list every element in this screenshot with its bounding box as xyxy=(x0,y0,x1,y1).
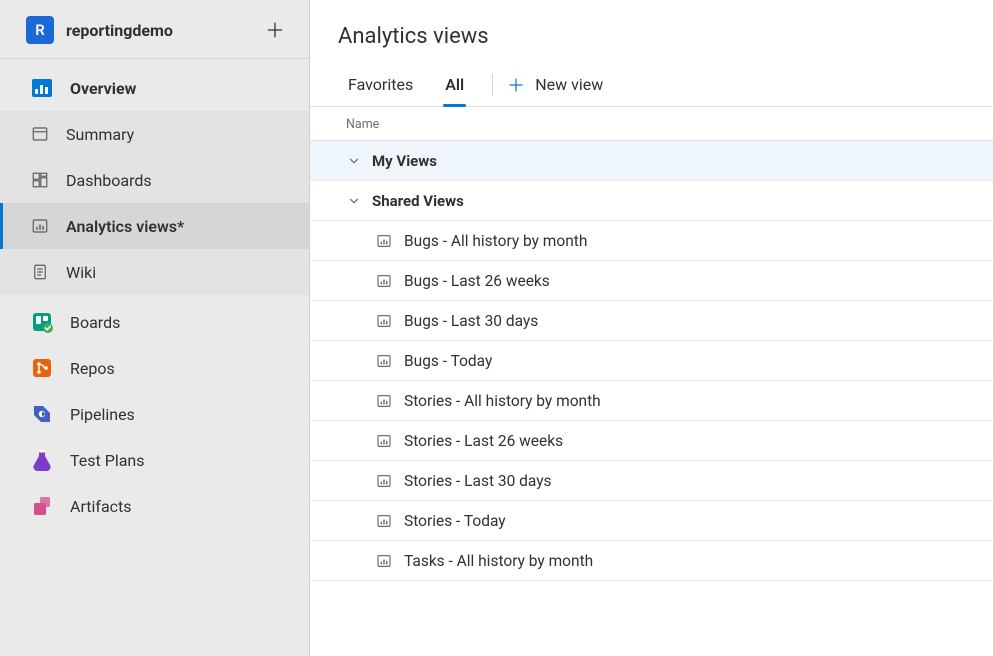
tabs-row: Favorites All New view xyxy=(310,63,993,107)
tab-all[interactable]: All xyxy=(435,63,474,107)
group-my-views[interactable]: My Views xyxy=(310,141,993,181)
nav-section-pipelines[interactable]: Pipelines xyxy=(0,391,309,437)
nav-item-summary[interactable]: Summary xyxy=(0,111,309,157)
chevron-down-icon xyxy=(346,153,362,169)
nav-section-artifacts[interactable]: Artifacts xyxy=(0,483,309,529)
view-name: Bugs - Last 30 days xyxy=(404,312,538,330)
group-label: Shared Views xyxy=(372,192,464,210)
main-panel: Analytics views Favorites All New view N… xyxy=(310,0,993,656)
analytics-view-icon xyxy=(376,313,392,329)
project-avatar[interactable]: R xyxy=(26,16,54,44)
analytics-view-icon xyxy=(376,473,392,489)
repos-icon xyxy=(30,356,54,380)
sidebar: R reportingdemo Overview S xyxy=(0,0,310,656)
wiki-icon xyxy=(30,262,50,282)
view-name: Stories - Last 30 days xyxy=(404,472,552,490)
boards-icon xyxy=(30,310,54,334)
analytics-views-icon xyxy=(30,216,50,236)
view-name: Bugs - Today xyxy=(404,352,492,370)
analytics-view-icon xyxy=(376,553,392,569)
nav-label: Summary xyxy=(66,125,134,144)
analytics-view-icon xyxy=(376,273,392,289)
view-row[interactable]: Stories - Last 26 weeks xyxy=(310,421,993,461)
group-label: My Views xyxy=(372,152,437,170)
plus-icon xyxy=(263,18,287,42)
view-name: Stories - Last 26 weeks xyxy=(404,432,563,450)
nav: Overview Summary Dashboards xyxy=(0,59,309,529)
new-view-button[interactable]: New view xyxy=(507,75,603,94)
nav-item-wiki[interactable]: Wiki xyxy=(0,249,309,295)
view-row[interactable]: Bugs - All history by month xyxy=(310,221,993,261)
nav-item-analytics-views[interactable]: Analytics views* xyxy=(0,203,309,249)
view-row[interactable]: Bugs - Today xyxy=(310,341,993,381)
page-title: Analytics views xyxy=(310,0,993,63)
view-row[interactable]: Stories - All history by month xyxy=(310,381,993,421)
view-row[interactable]: Stories - Today xyxy=(310,501,993,541)
tab-label: All xyxy=(445,75,464,94)
nav-label: Test Plans xyxy=(70,451,145,470)
summary-icon xyxy=(30,124,50,144)
view-name: Stories - All history by month xyxy=(404,392,601,410)
add-project-button[interactable] xyxy=(261,16,289,44)
nav-label: Wiki xyxy=(66,263,96,282)
analytics-view-icon xyxy=(376,233,392,249)
tab-favorites[interactable]: Favorites xyxy=(338,63,423,107)
nav-item-dashboards[interactable]: Dashboards xyxy=(0,157,309,203)
project-header: R reportingdemo xyxy=(0,0,309,59)
nav-section-boards[interactable]: Boards xyxy=(0,299,309,345)
views-list: My Views Shared Views Bugs - All history… xyxy=(310,141,993,656)
view-name: Tasks - All history by month xyxy=(404,552,593,570)
view-name: Bugs - Last 26 weeks xyxy=(404,272,550,290)
analytics-view-icon xyxy=(376,513,392,529)
pipelines-icon xyxy=(30,402,54,426)
tab-label: Favorites xyxy=(348,75,413,94)
project-name[interactable]: reportingdemo xyxy=(66,21,249,40)
nav-group-overview[interactable]: Overview xyxy=(0,65,309,111)
nav-section-repos[interactable]: Repos xyxy=(0,345,309,391)
nav-section-test-plans[interactable]: Test Plans xyxy=(0,437,309,483)
view-row[interactable]: Bugs - Last 30 days xyxy=(310,301,993,341)
view-name: Bugs - All history by month xyxy=(404,232,587,250)
dashboards-icon xyxy=(30,170,50,190)
tab-separator xyxy=(492,74,493,96)
nav-label: Overview xyxy=(70,79,136,98)
nav-label: Pipelines xyxy=(70,405,135,424)
group-shared-views[interactable]: Shared Views xyxy=(310,181,993,221)
nav-label: Artifacts xyxy=(70,497,132,516)
nav-label: Analytics views* xyxy=(66,217,184,236)
chevron-down-icon xyxy=(346,193,362,209)
analytics-view-icon xyxy=(376,433,392,449)
view-name: Stories - Today xyxy=(404,512,506,530)
nav-label: Dashboards xyxy=(66,171,152,190)
view-row[interactable]: Stories - Last 30 days xyxy=(310,461,993,501)
overview-icon xyxy=(30,76,54,100)
analytics-view-icon xyxy=(376,353,392,369)
view-row[interactable]: Tasks - All history by month xyxy=(310,541,993,581)
new-view-label: New view xyxy=(535,75,603,94)
analytics-view-icon xyxy=(376,393,392,409)
view-row[interactable]: Bugs - Last 26 weeks xyxy=(310,261,993,301)
plus-icon xyxy=(507,76,525,94)
nav-label: Boards xyxy=(70,313,120,332)
artifacts-icon xyxy=(30,494,54,518)
column-header-name: Name xyxy=(310,107,993,141)
nav-label: Repos xyxy=(70,359,115,378)
test-plans-icon xyxy=(30,448,54,472)
